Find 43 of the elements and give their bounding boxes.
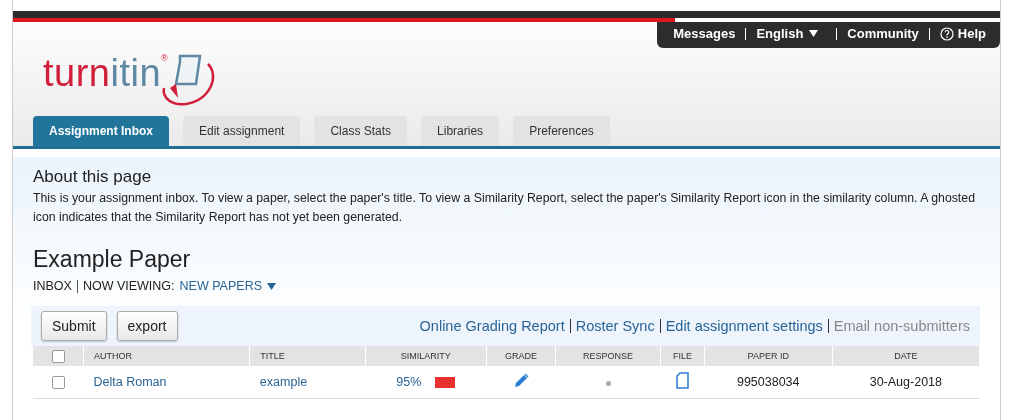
top-link[interactable]: Messages <box>673 26 736 41</box>
language-dropdown[interactable]: English <box>756 26 819 41</box>
title-link[interactable]: example <box>259 375 308 389</box>
pencil-icon[interactable] <box>512 372 529 389</box>
tab[interactable]: Edit assignment <box>183 116 301 146</box>
caret-icon <box>267 282 276 290</box>
row-checkbox[interactable] <box>51 376 65 390</box>
tab[interactable]: Libraries <box>421 116 500 146</box>
column-header: AUTHOR <box>83 346 250 366</box>
description-text: This is your assignment inbox. To view a paper, select the paper's title. To view a Similarity Report, select the paper's Similarity Report icon in the similarity column. A ghosted icon indicates that the Similarity Report has not yet been generated. <box>33 190 976 226</box>
column-header: TITLE <box>249 346 366 366</box>
select-all-checkbox[interactable] <box>51 349 65 363</box>
logo-text: turnitin$^{®}$ <box>43 54 169 96</box>
action-button[interactable]: export <box>116 311 178 341</box>
toolbar-link[interactable]: Online Grading Report <box>419 318 565 334</box>
assignment-title: Example Paper <box>33 246 192 273</box>
toolbar-link[interactable]: Roster Sync <box>575 318 655 334</box>
column-header: DATE <box>832 346 980 366</box>
document-icon[interactable] <box>675 372 689 389</box>
toolbar-link[interactable]: Edit assignment settings <box>665 318 823 334</box>
dot-icon <box>605 381 611 386</box>
action-button[interactable]: Submit <box>41 311 107 341</box>
top-link[interactable]: Help <box>957 26 986 41</box>
viewing-label: NOW VIEWING: <box>82 279 175 293</box>
column-header: SIMILARITY <box>365 346 487 366</box>
author-link[interactable]: Delta Roman <box>93 375 167 389</box>
column-header: FILE <box>660 346 705 366</box>
filter-dropdown[interactable]: NEW PAPERS <box>179 279 276 293</box>
table-cell: 995038034 <box>704 366 833 399</box>
inbox-label: INBOX <box>33 279 72 293</box>
column-header: GRADE <box>486 346 556 366</box>
top-link[interactable]: Community <box>847 26 919 41</box>
column-header: PAPER ID <box>704 346 833 366</box>
help-icon[interactable] <box>939 26 954 41</box>
section-heading: About this page <box>33 167 153 187</box>
tab[interactable]: Assignment Inbox <box>33 116 169 146</box>
column-header: RESPONSE <box>555 346 661 366</box>
similarity-swatch[interactable] <box>435 376 456 388</box>
tab[interactable]: Class Stats <box>314 116 408 146</box>
table-cell: 30-Aug-2018 <box>832 366 980 399</box>
caret-icon <box>809 30 819 37</box>
tab[interactable]: Preferences <box>513 116 610 146</box>
similarity-link[interactable]: 95% <box>396 375 422 389</box>
